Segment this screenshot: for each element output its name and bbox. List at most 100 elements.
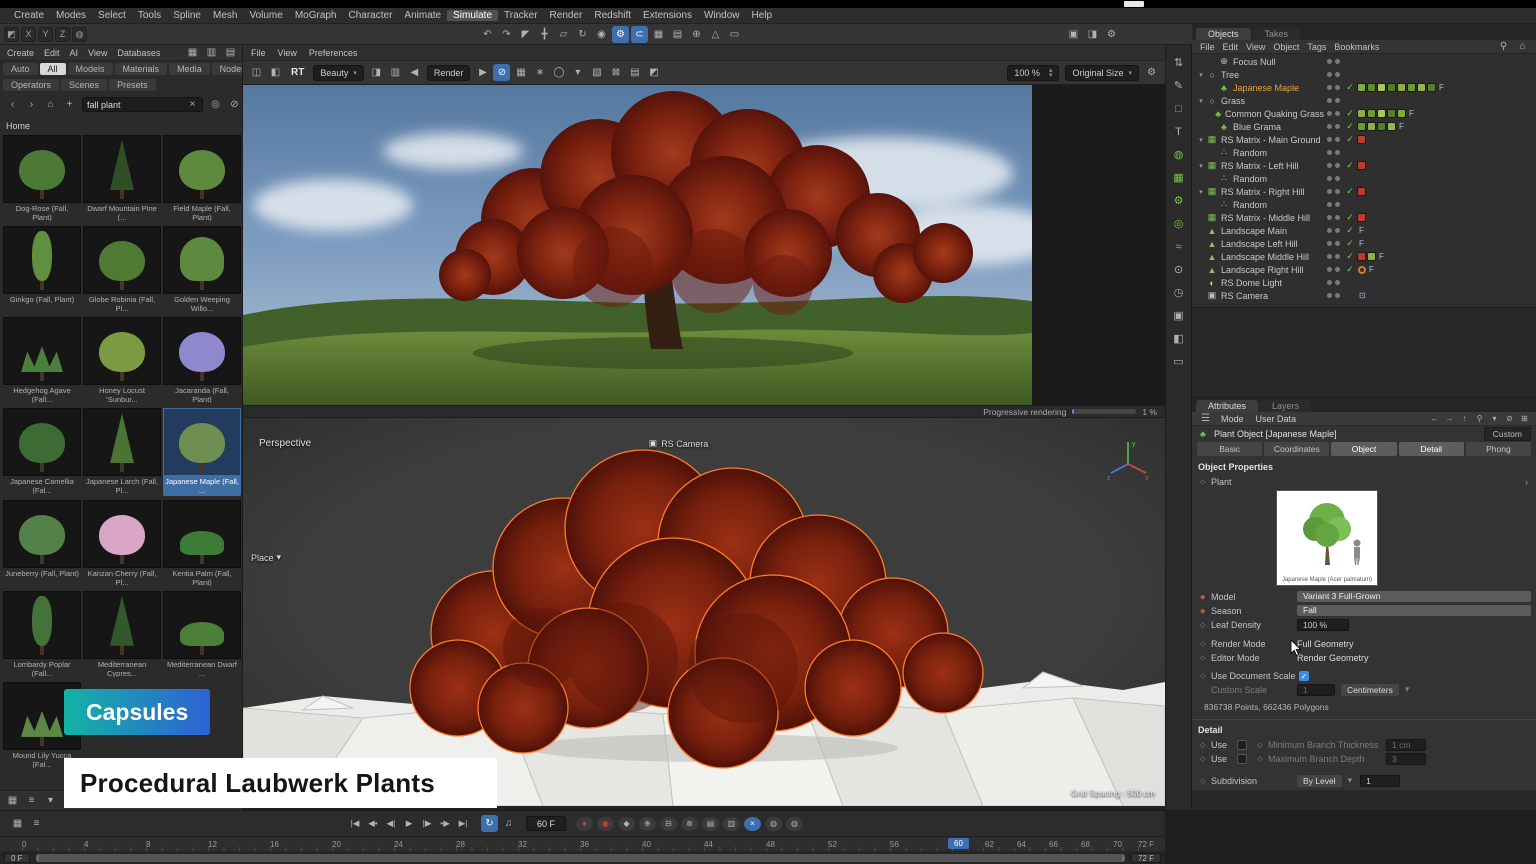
ruler-tick-label[interactable]: 70 <box>1113 840 1122 849</box>
asset-item[interactable]: Kentia Palm (Fall, Plant) <box>163 500 241 588</box>
visibility-dot[interactable] <box>1327 202 1332 207</box>
primitive-cube-icon[interactable]: □ <box>1170 100 1187 117</box>
render-view-menu-item[interactable]: Preferences <box>303 48 364 58</box>
visibility-dot[interactable] <box>1335 72 1340 77</box>
asset-item[interactable]: Jacaranda (Fall, Plant) <box>163 317 241 405</box>
browser-filter-button[interactable]: ◎ <box>207 96 224 113</box>
constraint-tag-icon[interactable] <box>1358 266 1366 274</box>
render-mode-dropdown[interactable]: Full Geometry <box>1297 639 1354 649</box>
use-min-branch-checkbox[interactable] <box>1237 740 1247 750</box>
record-parameter-button[interactable]: ▤ <box>702 817 719 831</box>
crop-region-icon[interactable]: ▧ <box>588 64 605 81</box>
preview-range-button[interactable]: ◍ <box>786 817 803 831</box>
expand-arrow-icon[interactable]: ▾ <box>1196 188 1206 196</box>
sound-toggle-button[interactable]: ♫ <box>500 815 517 832</box>
om-search-icon[interactable]: ⚲ <box>1495 38 1512 55</box>
timeline-ruler[interactable]: 0481216202428323640444852566062646668707… <box>0 836 1165 851</box>
om-menu-item[interactable]: Bookmarks <box>1330 42 1383 52</box>
visibility-dot[interactable] <box>1327 254 1332 259</box>
prev-key-button[interactable]: ◀• <box>365 815 381 832</box>
dropdown-icon[interactable]: ▾ <box>569 64 586 81</box>
field-icon[interactable]: ◎ <box>1170 215 1187 232</box>
material-tag[interactable] <box>1367 109 1376 118</box>
render-view-button[interactable]: ▣ <box>1065 26 1082 43</box>
ruler-tick-label[interactable]: 28 <box>456 840 465 849</box>
enabled-check-icon[interactable]: ✓ <box>1344 238 1356 249</box>
pan-view-icon[interactable]: ⇅ <box>1170 54 1187 71</box>
visibility-dot[interactable] <box>1327 163 1332 168</box>
render-settings-button[interactable]: ⚙ <box>1103 26 1120 43</box>
material-tag[interactable] <box>1377 109 1386 118</box>
ruler-tick-label[interactable]: 72 F <box>1138 840 1154 849</box>
menu-item[interactable]: Modes <box>50 10 92 21</box>
text-spline-icon[interactable]: T <box>1170 123 1187 140</box>
menu-item[interactable]: MoGraph <box>289 10 343 21</box>
visibility-dot[interactable] <box>1327 72 1332 77</box>
visibility-dot[interactable] <box>1335 241 1340 246</box>
material-tag[interactable] <box>1387 122 1396 131</box>
object-row[interactable]: ▾▦RS Matrix - Right Hill✓ <box>1192 185 1536 198</box>
goto-start-button[interactable]: |◀ <box>347 815 363 832</box>
filter-tab-all[interactable]: All <box>40 63 66 75</box>
ruler-tick-label[interactable]: 32 <box>518 840 527 849</box>
enabled-check-icon[interactable]: ✓ <box>1344 212 1356 223</box>
object-row[interactable]: ▦RS Matrix - Middle Hill✓ <box>1192 211 1536 224</box>
mask-icon[interactable]: ⊠ <box>607 64 624 81</box>
menu-item[interactable]: Tools <box>132 10 167 21</box>
enabled-check-icon[interactable]: ✓ <box>1344 134 1356 145</box>
deformer-icon[interactable]: ≈ <box>1170 238 1187 255</box>
visibility-dot[interactable] <box>1327 293 1332 298</box>
expand-arrow-icon[interactable]: ▾ <box>1196 162 1206 170</box>
panel-tab-objects[interactable]: Objects <box>1196 28 1251 40</box>
visibility-dot[interactable] <box>1335 293 1340 298</box>
prev-render-button[interactable]: ◀ <box>406 64 423 81</box>
filter-tab-presets[interactable]: Presets <box>109 79 156 91</box>
solo-toggle-button[interactable]: ◍ <box>765 817 782 831</box>
asset-item[interactable]: Hedgehog Agave (Fall... <box>3 317 81 405</box>
object-row[interactable]: ▲Landscape Right Hill✓F <box>1192 263 1536 276</box>
lock-render-button[interactable]: ⊘ <box>493 64 510 81</box>
visibility-dot[interactable] <box>1335 215 1340 220</box>
model-dropdown[interactable]: Variant 3 Full-Grown <box>1297 591 1531 602</box>
use-max-branch-checkbox[interactable] <box>1237 754 1247 764</box>
place-tool-hud[interactable]: Place ▾ <box>251 552 281 563</box>
ruler-tick-label[interactable]: 44 <box>704 840 713 849</box>
visibility-dot[interactable] <box>1335 85 1340 90</box>
ruler-tick-label[interactable]: 24 <box>394 840 403 849</box>
object-row[interactable]: ⊕Focus Null <box>1192 55 1536 68</box>
grid-snap-button[interactable]: ▦ <box>650 26 667 43</box>
ruler-tick-label[interactable]: 52 <box>828 840 837 849</box>
filter-tab-models[interactable]: Models <box>68 63 113 75</box>
camera-strip-icon[interactable]: ▣ <box>1170 307 1187 324</box>
search-input[interactable] <box>83 100 183 110</box>
material-tag[interactable] <box>1357 252 1366 261</box>
plant-preview-image[interactable]: Japanese Maple (Acer palmatum) <box>1276 490 1378 586</box>
c4d-logo-icon[interactable]: ◩ <box>4 27 19 42</box>
object-row[interactable]: ◐RS Dome Light <box>1192 276 1536 289</box>
record-scale-button[interactable]: ⊟ <box>660 817 677 831</box>
histogram-icon[interactable]: ▥ <box>387 64 404 81</box>
tag-icon[interactable]: F <box>1369 265 1374 274</box>
enabled-check-icon[interactable]: ✓ <box>1344 264 1356 275</box>
axis-z-lock-button[interactable]: Z <box>55 27 70 42</box>
ruler-tick-label[interactable]: 68 <box>1081 840 1090 849</box>
visibility-dot[interactable] <box>1327 59 1332 64</box>
ruler-tick-label[interactable]: 66 <box>1049 840 1058 849</box>
render-pass-dropdown[interactable]: Beauty ▾ <box>313 65 364 81</box>
zoom-level-field[interactable]: 100 % ▴▾ <box>1007 65 1059 81</box>
visibility-dot[interactable] <box>1335 189 1340 194</box>
asset-menu-item[interactable]: Edit <box>39 48 65 58</box>
scale-tool-button[interactable]: ▱ <box>555 26 572 43</box>
material-tag[interactable] <box>1377 83 1386 92</box>
render-picture-viewer-button[interactable]: ◨ <box>1084 26 1101 43</box>
visibility-dot[interactable] <box>1335 202 1340 207</box>
enabled-check-icon[interactable]: ✓ <box>1344 251 1356 262</box>
visibility-dot[interactable] <box>1327 176 1332 181</box>
enabled-check-icon[interactable]: ✓ <box>1344 225 1356 236</box>
plant-expand-arrow[interactable]: › <box>1525 477 1528 487</box>
custom-button[interactable]: Custom <box>1484 427 1531 441</box>
attr-dropdown-icon[interactable]: ▾ <box>1488 412 1501 425</box>
object-row[interactable]: ♣Japanese Maple✓F <box>1192 81 1536 94</box>
browser-lock-button[interactable]: ⊘ <box>226 96 243 113</box>
pen-tool-icon[interactable]: ✎ <box>1170 77 1187 94</box>
